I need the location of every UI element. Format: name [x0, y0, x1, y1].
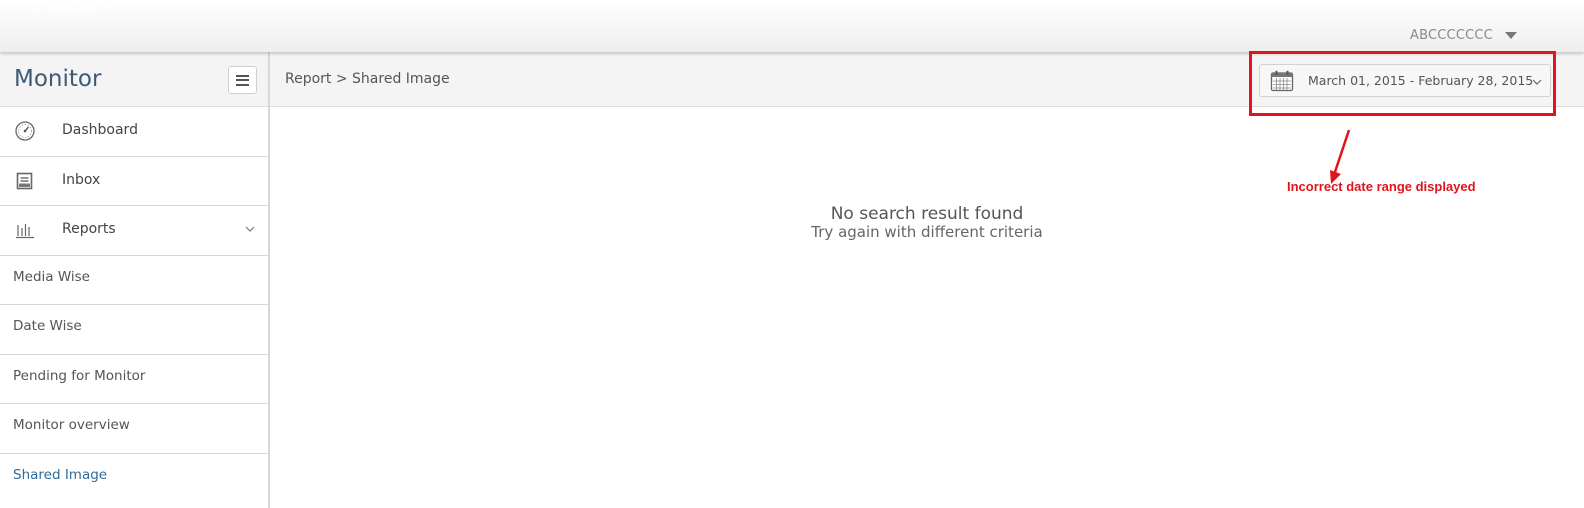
sidebar-subitem-shared-image[interactable]: Shared Image — [0, 454, 268, 504]
sidebar-subitem-media-wise[interactable]: Media Wise — [0, 256, 268, 305]
inbox-icon — [16, 172, 33, 189]
sidebar-subitem-label: Monitor overview — [13, 417, 130, 433]
sidebar-item-label: Inbox — [62, 171, 101, 188]
sidebar-subitem-label: Shared Image — [13, 466, 108, 483]
caret-down-icon[interactable] — [1504, 31, 1517, 39]
annotation-highlight-box — [1249, 51, 1556, 116]
user-menu[interactable]: ABCCCCCCC — [1410, 26, 1517, 44]
sidebar: Monitor Dashboard Inbox Reports Media Wi… — [0, 52, 270, 508]
sidebar-subitem-monitor-overview[interactable]: Monitor overview — [0, 404, 268, 454]
sidebar-subitem-date-wise[interactable]: Date Wise — [0, 305, 268, 355]
sidebar-subitem-label: Date Wise — [13, 318, 82, 334]
speedometer-icon — [15, 121, 35, 141]
chevron-down-icon[interactable] — [244, 223, 256, 235]
sidebar-subitem-label: Pending for Monitor — [13, 367, 146, 384]
brand-logo[interactable]: Snipcom — [30, 0, 108, 15]
sidebar-item-reports[interactable]: Reports — [0, 206, 268, 256]
sidebar-item-dashboard[interactable]: Dashboard — [0, 107, 268, 157]
hamburger-menu-icon — [236, 74, 249, 77]
empty-state: No search result found Try again with di… — [727, 204, 1127, 241]
hamburger-menu-button[interactable] — [228, 66, 257, 94]
annotation-text: Incorrect date range displayed — [1287, 179, 1476, 194]
sidebar-header: Monitor — [0, 52, 268, 107]
sidebar-item-label: Dashboard — [62, 122, 138, 138]
empty-state-subtitle: Try again with different criteria — [811, 223, 1043, 241]
bar-chart-icon — [16, 224, 34, 239]
breadcrumb: Report > Shared Image — [285, 71, 450, 87]
sidebar-subitem-pending-for-monitor[interactable]: Pending for Monitor — [0, 355, 268, 404]
top-bar: Snipcom ABCCCCCCC — [0, 0, 1584, 52]
sidebar-item-label: Reports — [62, 221, 116, 237]
sidebar-title: Monitor — [14, 66, 102, 92]
empty-state-title: No search result found — [830, 204, 1024, 224]
sidebar-item-inbox[interactable]: Inbox — [0, 157, 268, 206]
user-name[interactable]: ABCCCCCCC — [1410, 28, 1493, 43]
sidebar-subitem-label: Media Wise — [13, 268, 90, 285]
